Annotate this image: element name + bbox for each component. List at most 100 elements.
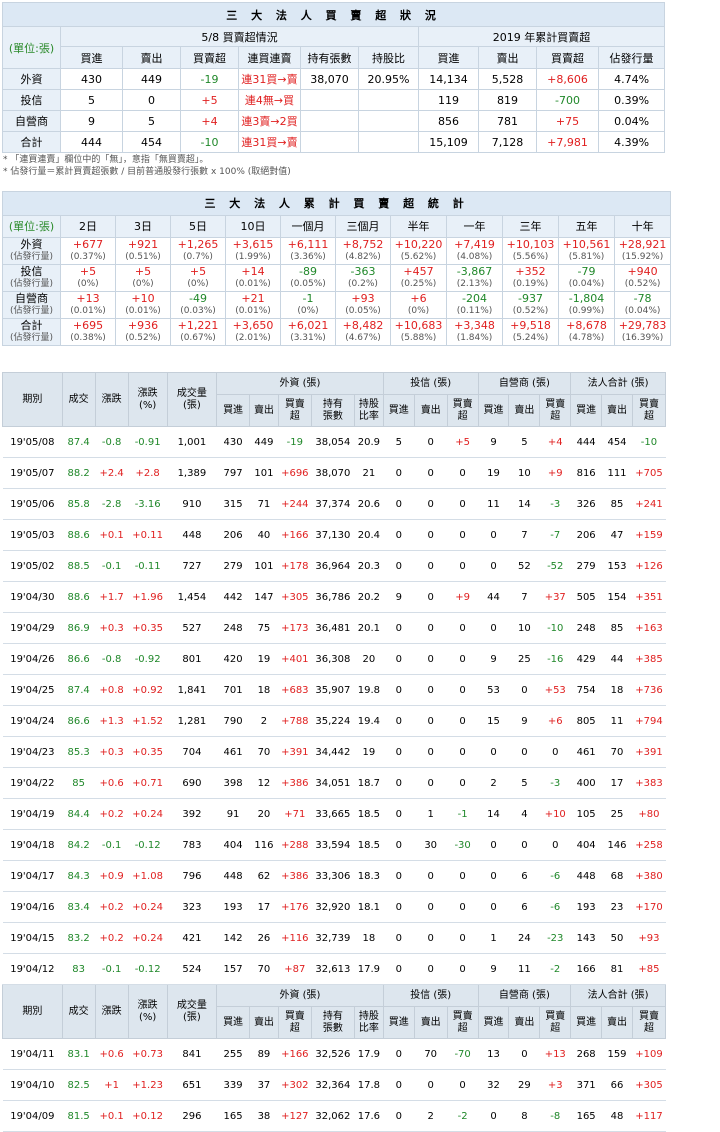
history-cell: 83.1 [62,1038,96,1070]
summary-ynet: -700 [536,89,599,111]
history-cell: -0.8 [95,643,129,675]
cumulative-value: +10,683 [394,319,443,332]
history-row: 19'04/15 83.2 +0.2 +0.24 421 142 26 +116 32,739 1… [2,922,666,954]
history-cell: -3 [539,488,571,520]
history-cell: 392 [167,798,217,830]
history-cell: 0 [414,488,448,520]
history-cell: 88.2 [62,457,96,489]
cumulative-cell: +1,221 (0.67%) [170,318,226,346]
cumulative-value: +3,650 [232,319,274,332]
column-header: 連買連賣 [238,46,301,69]
cumulative-cell: +13 (0.01%) [60,291,116,319]
cumulative-value: -1,804 [568,292,605,305]
history-cell: 24 [508,922,540,954]
history-row: 19'04/17 84.3 +0.9 +1.08 796 448 62 +386 33,306 1… [2,860,666,892]
history-header-foreign: 外資 (張) [216,984,384,1007]
note-line: * 「連買連賣」欄位中的「無」，意指「無買賣超」。 [3,155,209,165]
cumulative-cell: +93 (0.05%) [335,291,391,319]
history-cell: 8 [508,1100,540,1132]
history-cell: 86.6 [62,643,96,675]
history-header-vol: 成交量 (張) [166,984,218,1039]
history-cell: +383 [632,767,666,799]
cumulative-row: 投信 (佔發行量) +5 (0%) +5 (0%) +5 (0%) +14 (0.01%) -89(… [2,264,672,292]
history-cell: 6 [508,860,540,892]
history-cell: 0 [383,705,415,737]
cumulative-pct: (16.39%) [621,333,664,343]
history-cell: 9 [478,426,509,458]
history-cell: 13 [478,1038,509,1070]
history-cell: 159 [601,1038,633,1070]
history-cell: 2 [478,767,509,799]
column-header: 持有張數 [300,46,359,69]
history-cell: 33,594 [311,829,355,861]
cumulative-pct: (0.52%) [125,333,161,343]
summary-ysell: 5,528 [478,68,537,90]
history-cell: +10 [539,798,571,830]
history-header-dealer: 自營商 (張) [477,372,572,395]
history-cell: 85.8 [62,488,96,520]
history-cell: 38,054 [311,426,355,458]
cumulative-value: +10,103 [506,238,555,251]
history-cell: 20.6 [354,488,384,520]
history-row: 19'04/18 84.2 -0.1 -0.12 783 404 116 +288 33,594… [2,829,666,861]
history-cell: +37 [539,581,571,613]
history-row: 19'04/25 87.4 +0.8 +0.92 1,841 701 18 +683 35,90… [2,674,666,706]
history-cell: 0 [478,550,509,582]
history-subheader-net: 買賣 超 [446,394,479,427]
cumulative-cell: -78 (0.04%) [613,291,672,319]
history-header-total: 法人合計 (張) [570,372,666,395]
cumulative-cell: +940 (0.52%) [613,264,672,292]
history-cell: 143 [570,922,602,954]
history-cell: +736 [632,674,666,706]
period-header: 一個月 [280,215,336,238]
cumulative-value: +9,518 [510,319,551,332]
history-cell: 18.5 [354,798,384,830]
history-subheader-buy: 買進 [382,1006,415,1039]
history-cell: 442 [216,581,250,613]
period-header: 5日 [170,215,226,238]
history-cell: 40 [249,519,279,551]
history-cell: 84.4 [62,798,96,830]
history-cell: 0 [447,519,479,551]
cumulative-value: +695 [72,319,104,332]
cumulative-cell: +9,518 (5.24%) [502,318,559,346]
history-cell: 0 [383,1069,415,1101]
history-cell: 315 [216,488,250,520]
summary-share: 4.39% [597,131,666,153]
history-header-pct: 漲跌 (%) [127,984,168,1039]
history-cell: +0.11 [128,519,168,551]
history-cell: 17.8 [354,1069,384,1101]
history-row: 19'04/11 83.1 +0.6 +0.73 841 255 89 +166 32,526 1… [2,1038,666,1070]
note-line: * 佔發行量＝累計買賣超張數 / 目前普通股發行張數 x 100% (取絕對值) [3,167,291,177]
history-cell: +1.96 [128,581,168,613]
history-cell: 0 [478,612,509,644]
history-subheader-net: 買賣 超 [539,1006,572,1039]
history-cell: 34,051 [311,767,355,799]
history-cell: 0 [383,1038,415,1070]
history-cell: 85 [62,767,96,799]
cumulative-pct: (0.11%) [456,306,493,316]
cumulative-value: -89 [299,265,317,278]
history-cell: 0 [447,550,479,582]
cumulative-pct: (0.37%) [70,252,106,262]
period-header: 三年 [502,215,559,238]
history-cell: 801 [167,643,217,675]
history-cell: 101 [249,550,279,582]
history-cell: 0 [383,612,415,644]
history-cell: +258 [632,829,666,861]
cumulative-value: +10,220 [394,238,443,251]
summary-ratio: 20.95% [358,68,419,90]
history-cell: 0 [447,767,479,799]
history-cell: 146 [601,829,633,861]
history-cell: 32,526 [311,1038,355,1070]
history-cell: 0 [383,829,415,861]
cumulative-cell: +10 (0.01%) [115,291,171,319]
history-cell: -0.1 [95,550,129,582]
column-header: 賣出 [122,46,181,69]
history-cell: 0 [478,519,509,551]
summary-streak: 連31買→賣 [238,131,301,153]
history-cell: 0 [414,643,448,675]
history-cell: 36,481 [311,612,355,644]
history-cell: 11 [508,953,540,985]
history-cell: +5 [447,426,479,458]
